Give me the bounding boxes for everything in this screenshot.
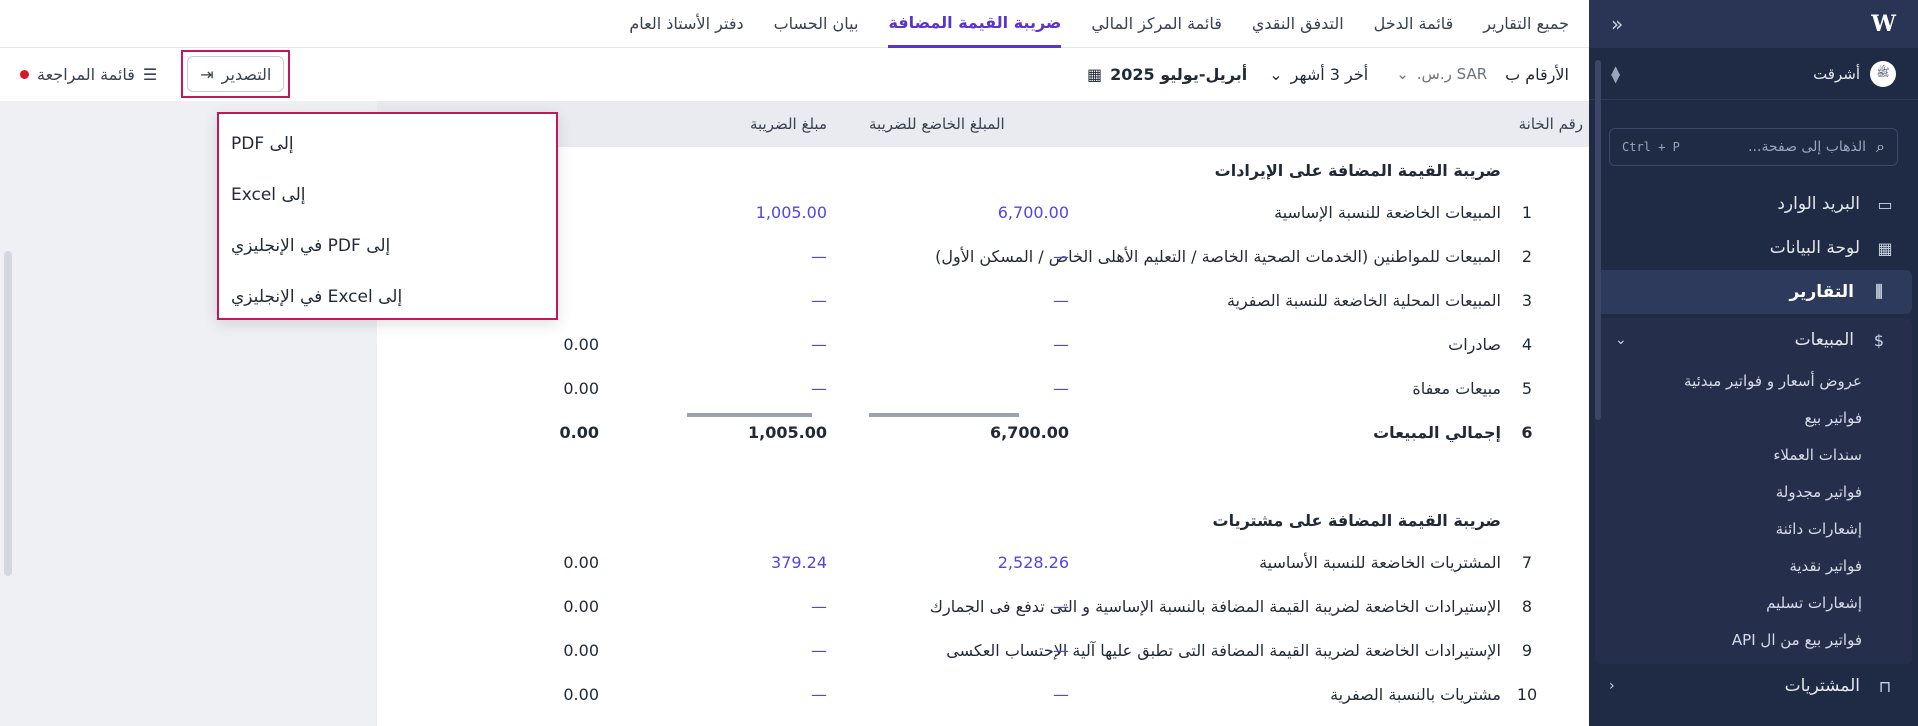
- chevron-left-icon: ‹: [1609, 678, 1615, 694]
- sidebar-subitem-quotes[interactable]: عروض أسعار و فواتير مبدئية: [1595, 362, 1912, 399]
- sidebar-header: W «: [1589, 0, 1918, 48]
- sidebar-item-label: لوحة البيانات: [1769, 238, 1860, 258]
- content-scrollbar[interactable]: [4, 251, 12, 576]
- taxable-link[interactable]: 2,528.26: [869, 553, 1069, 572]
- total-divider: [687, 413, 812, 417]
- sidebar-subitem-receipts[interactable]: سندات العملاء: [1595, 436, 1912, 473]
- search-input[interactable]: ⌕ الذهاب إلى صفحة... Ctrl + P: [1609, 128, 1898, 166]
- export-icon: ⇥: [200, 64, 214, 84]
- table-row: 3 المبيعات المحلية الخاضعة للنسبة الصفري…: [811, 291, 1533, 310]
- org-avatar: ﷺ: [1870, 60, 1896, 87]
- tab-balance-sheet[interactable]: قائمة المركز المالي: [1091, 0, 1221, 48]
- table-row: 4 صادرات — — 0.00: [563, 335, 1533, 354]
- report-toolbar: الأرقام ب SAR ر.س. ⌄ أخر 3 أشهر ⌄ أبريل-…: [0, 48, 1589, 100]
- tab-general-ledger[interactable]: دفتر الأستاذ العام: [629, 0, 743, 48]
- org-name: أشرقت: [1813, 64, 1860, 83]
- grid-icon: ▦: [1877, 238, 1893, 258]
- table-row: 1 المبيعات الخاضعة للنسبة الإساسية 6,700…: [377, 191, 1589, 235]
- export-excel-english-option[interactable]: إلى Excel في الإنجليزي: [219, 271, 556, 322]
- table-row: 8 الإستيرادات الخاضعة لضريبة القيمة المض…: [563, 597, 1533, 616]
- export-highlight: التصدير ⇥: [181, 50, 291, 98]
- total-row: 6 إجمالي المبيعات 6,700.00 1,005.00 0.00: [377, 411, 1589, 455]
- sidebar-item-inbox[interactable]: ▭ البريد الوارد: [1589, 182, 1918, 226]
- tab-income-statement[interactable]: قائمة الدخل: [1374, 0, 1454, 48]
- updown-chevron-icon: ▲ ▼: [1611, 62, 1621, 85]
- date-range-picker[interactable]: أبريل-يوليو 2025 ▦: [1087, 65, 1247, 84]
- table-row: 2 المبيعات للمواطنين (الخدمات الصحية الخ…: [811, 247, 1533, 266]
- sidebar-item-purchases[interactable]: ⊓ المشتريات ‹: [1589, 664, 1918, 708]
- numbers-label: الأرقام ب: [1505, 64, 1569, 84]
- chart-icon: ⫼: [1875, 282, 1883, 301]
- review-label: قائمة المراجعة: [37, 64, 135, 84]
- checklist-icon: ☰: [142, 64, 158, 84]
- currency-value: SAR ر.س.: [1416, 65, 1488, 83]
- chevron-down-icon: ⌄: [1269, 64, 1283, 84]
- vat-report-table: رقم الخانة المبلغ الخاضع للضريبة مبلغ ال…: [377, 101, 1589, 726]
- table-header: رقم الخانة المبلغ الخاضع للضريبة مبلغ ال…: [377, 101, 1589, 147]
- export-excel-option[interactable]: إلى Excel: [219, 169, 556, 220]
- tab-cash-flow[interactable]: التدفق النقدي: [1252, 0, 1344, 48]
- sidebar-subitem-invoices[interactable]: فواتير بيع: [1595, 399, 1912, 436]
- status-dot: [20, 69, 29, 79]
- calendar-icon: ▦: [1087, 64, 1103, 84]
- tab-account-statement[interactable]: بيان الحساب: [774, 0, 859, 48]
- org-switcher[interactable]: ﷺ أشرقت ▲ ▼: [1589, 48, 1918, 100]
- inbox-icon: ▭: [1877, 194, 1893, 214]
- tab-vat[interactable]: ضريبة القيمة المضافة: [888, 0, 1062, 48]
- sidebar-item-label: المشتريات: [1784, 676, 1860, 696]
- total-divider: [869, 413, 1019, 417]
- header-num: رقم الخانة: [1518, 115, 1583, 133]
- sidebar-item-dashboard[interactable]: ▦ لوحة البيانات: [1589, 226, 1918, 270]
- search-placeholder: الذهاب إلى صفحة...: [1748, 139, 1867, 155]
- section-title: ضريبة القيمة المضافة على مشتريات: [1212, 511, 1502, 530]
- report-tabs: جميع التقارير قائمة الدخل التدفق النقدي …: [0, 0, 1589, 48]
- export-pdf-option[interactable]: إلى PDF: [219, 118, 556, 169]
- tax-link[interactable]: 379.24: [647, 553, 827, 572]
- search-icon: ⌕: [1876, 137, 1885, 156]
- sidebar-item-label: التقارير: [1789, 282, 1854, 302]
- search-shortcut: Ctrl + P: [1622, 140, 1680, 154]
- tax-link[interactable]: 1,005.00: [647, 203, 827, 222]
- sidebar-subitem-delivery[interactable]: إشعارات تسليم: [1595, 584, 1912, 621]
- period-select[interactable]: أخر 3 أشهر ⌄: [1269, 65, 1368, 84]
- header-taxable: المبلغ الخاضع للضريبة: [869, 115, 1005, 133]
- export-pdf-english-option[interactable]: إلى PDF في الإنجليزي: [219, 220, 556, 271]
- collapse-sidebar-icon[interactable]: «: [1611, 12, 1623, 36]
- table-row: 9 الإستيرادات الخاضعة لضريبة القيمة المض…: [563, 641, 1533, 660]
- date-range-value: أبريل-يوليو 2025: [1110, 64, 1248, 84]
- tab-all-reports[interactable]: جميع التقارير: [1483, 0, 1569, 48]
- sidebar-subitem-scheduled[interactable]: فواتير مجدولة: [1595, 473, 1912, 510]
- chevron-down-icon: ⌄: [1396, 65, 1409, 83]
- sidebar-item-label: البريد الوارد: [1777, 194, 1860, 214]
- table-row: 5 مبيعات معفاة — — 0.00: [563, 379, 1533, 398]
- chevron-down-icon: ⌄: [1615, 332, 1627, 348]
- sidebar-item-reports[interactable]: ⫼ التقارير: [1595, 270, 1912, 314]
- sidebar-item-label: المبيعات: [1794, 330, 1854, 350]
- export-label: التصدير: [221, 64, 272, 84]
- sidebar-scrollbar[interactable]: [1595, 60, 1601, 420]
- sales-group: $ المبيعات ⌄ عروض أسعار و فواتير مبدئية …: [1595, 318, 1912, 664]
- bag-icon: ⊓: [1878, 676, 1892, 696]
- currency-select[interactable]: SAR ر.س. ⌄: [1396, 65, 1487, 83]
- review-list-button[interactable]: ☰ قائمة المراجعة: [20, 65, 157, 84]
- app-logo[interactable]: W: [1871, 11, 1896, 37]
- dollar-icon: $: [1873, 330, 1885, 350]
- table-row: 10 مشتريات بالنسبة الصفرية — — 0.00: [563, 685, 1538, 704]
- export-dropdown: إلى PDF إلى Excel إلى PDF في الإنجليزي إ…: [217, 112, 558, 320]
- export-button[interactable]: التصدير ⇥: [187, 56, 285, 92]
- sidebar-subitem-credit-notes[interactable]: إشعارات دائنة: [1595, 510, 1912, 547]
- sidebar-item-sales[interactable]: $ المبيعات ⌄: [1595, 318, 1912, 362]
- section-title: ضريبة القيمة المضافة على الإيرادات: [1214, 161, 1501, 180]
- header-tax: مبلغ الضريبة: [749, 115, 827, 133]
- sidebar-subitem-api-invoices[interactable]: فواتير بيع من ال API: [1595, 621, 1912, 658]
- sidebar: W « ﷺ أشرقت ▲ ▼ ⌕ الذهاب إلى صفحة... Ctrl…: [1589, 0, 1918, 726]
- period-value: أخر 3 أشهر: [1290, 64, 1369, 84]
- taxable-link[interactable]: 6,700.00: [869, 203, 1069, 222]
- sidebar-subitem-cash-invoices[interactable]: فواتير نقدية: [1595, 547, 1912, 584]
- table-row: 7 المشتريات الخاضعة للنسبة الأساسية 2,52…: [563, 553, 1533, 572]
